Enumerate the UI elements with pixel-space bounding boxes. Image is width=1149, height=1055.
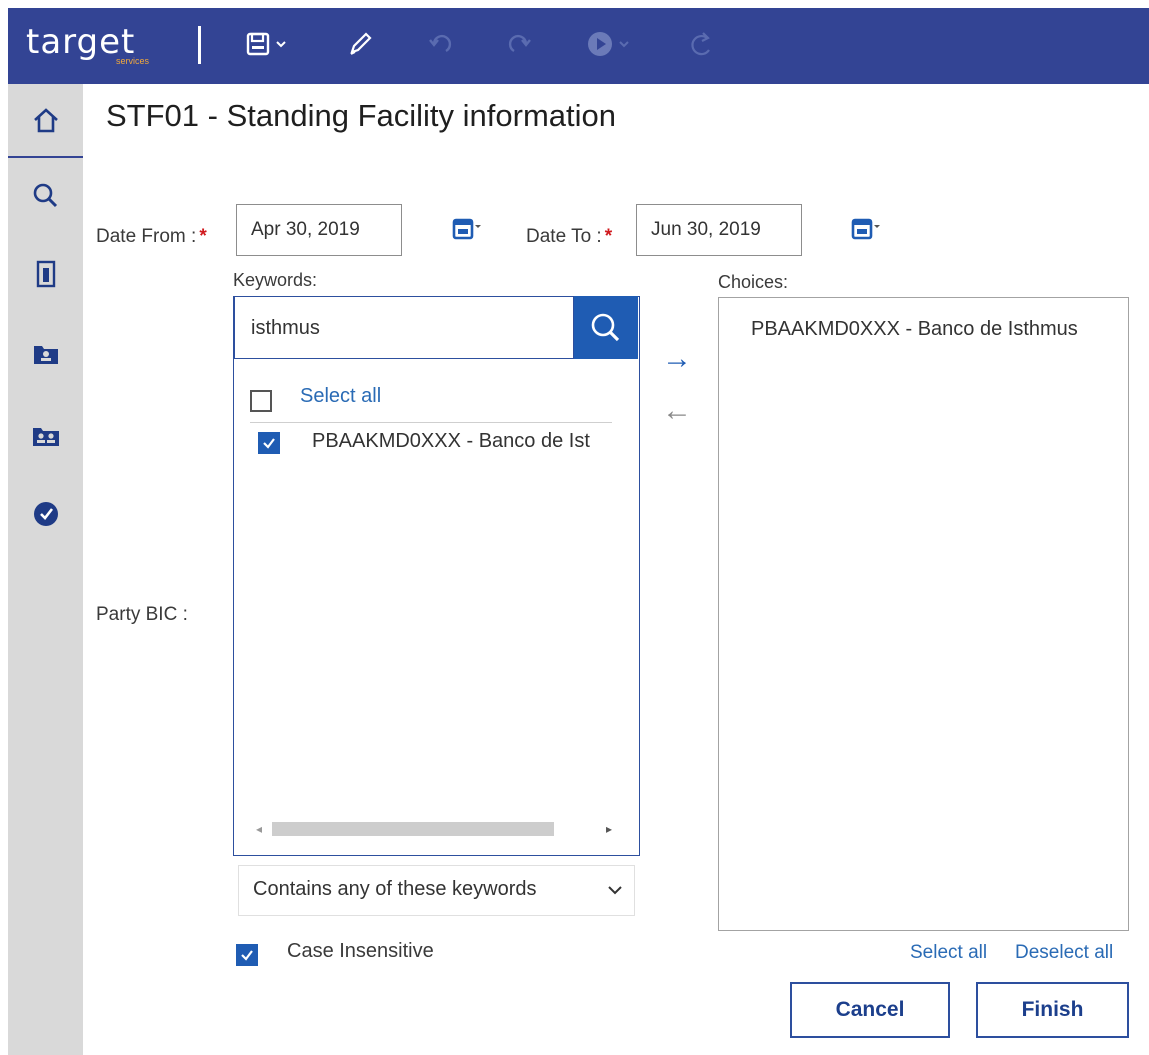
date-from-label: Date From : *	[96, 226, 207, 247]
logo-subtitle: services	[116, 56, 150, 66]
check-circle-icon[interactable]	[8, 484, 83, 544]
search-icon	[591, 313, 620, 341]
add-arrow-icon[interactable]: →	[662, 342, 692, 376]
refresh-icon[interactable]	[680, 22, 724, 66]
search-icon[interactable]	[8, 166, 83, 226]
calendar-icon	[452, 218, 481, 240]
redo-icon[interactable]	[498, 22, 542, 66]
edit-icon[interactable]	[338, 22, 382, 66]
top-toolbar: target services	[8, 8, 1149, 84]
scrollbar-thumb[interactable]	[272, 822, 554, 836]
date-to-input[interactable]: Jun 30, 2019	[636, 204, 802, 256]
case-insensitive-label: Case Insensitive	[287, 940, 434, 962]
case-insensitive-checkbox[interactable]	[236, 944, 258, 966]
result-checkbox[interactable]	[258, 432, 280, 454]
scroll-right-icon[interactable]: ▸	[606, 822, 612, 836]
cancel-button[interactable]: Cancel	[790, 982, 950, 1038]
choices-deselect-all[interactable]: Deselect all	[1015, 942, 1113, 964]
date-to-calendar-button[interactable]	[842, 206, 890, 252]
date-to-label: Date To : *	[526, 226, 613, 247]
choices-select-all[interactable]: Select all	[910, 942, 987, 964]
keywords-search-input[interactable]: isthmus	[234, 296, 574, 359]
undo-icon[interactable]	[418, 22, 462, 66]
scroll-left-icon[interactable]: ◂	[256, 822, 262, 836]
match-mode-value: Contains any of these keywords	[253, 878, 537, 900]
keywords-label: Keywords:	[233, 270, 318, 290]
choices-panel: PBAAKMD0XXX - Banco de Isthmus	[718, 297, 1129, 931]
date-from-calendar-button[interactable]	[443, 206, 491, 252]
match-mode-select[interactable]: Contains any of these keywords	[238, 865, 635, 916]
home-icon[interactable]	[8, 84, 83, 158]
chevron-down-icon[interactable]	[613, 22, 635, 66]
keywords-select-all[interactable]: Select all	[300, 385, 381, 408]
search-button[interactable]	[574, 296, 638, 359]
page-title: STF01 - Standing Facility information	[106, 98, 616, 133]
folder-user-icon[interactable]	[8, 324, 83, 384]
chevron-down-icon	[608, 886, 622, 895]
finish-button[interactable]: Finish	[976, 982, 1129, 1038]
horizontal-scrollbar[interactable]: ◂ ▸	[250, 820, 620, 838]
divider	[250, 422, 612, 423]
keywords-panel	[233, 296, 640, 856]
select-all-checkbox[interactable]	[250, 390, 272, 412]
logo-divider	[198, 26, 201, 64]
left-navigation	[8, 84, 83, 1055]
date-from-input[interactable]: Apr 30, 2019	[236, 204, 402, 256]
choices-label: Choices:	[718, 272, 789, 292]
party-bic-label: Party BIC :	[96, 604, 188, 625]
remove-arrow-icon[interactable]: ←	[662, 394, 692, 428]
checkmark-icon	[241, 950, 253, 961]
calendar-icon	[851, 218, 880, 240]
checkmark-icon	[263, 438, 275, 449]
result-item[interactable]: PBAAKMD0XXX - Banco de Ist	[312, 430, 590, 453]
chevron-down-icon[interactable]	[270, 22, 292, 66]
report-icon[interactable]	[8, 244, 83, 304]
choice-item[interactable]: PBAAKMD0XXX - Banco de Isthmus	[751, 318, 1078, 341]
folder-users-icon[interactable]	[8, 406, 83, 466]
